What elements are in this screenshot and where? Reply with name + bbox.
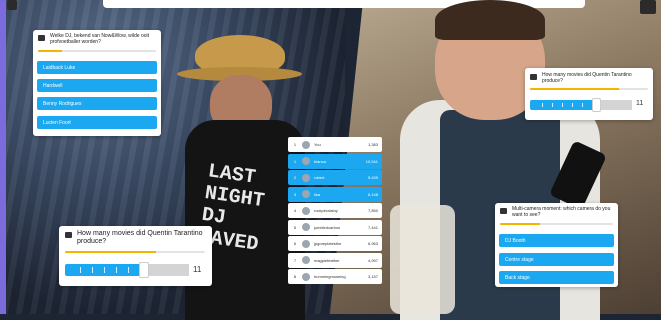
leaderboard-row: 4 rockperalainy 7,850 xyxy=(288,203,382,218)
slider-progress xyxy=(530,88,648,90)
answer-slider[interactable] xyxy=(65,262,189,278)
quiz-question: Welke DJ, bekend van Now&Wow, wilde ooit… xyxy=(50,33,150,45)
leaderboard: 1 You 1,383 1 bianca 10,541 2 robert 9,439 3 lisa 8… xyxy=(288,137,382,286)
slider-knob[interactable] xyxy=(139,262,149,278)
slider-knob[interactable] xyxy=(592,98,601,112)
leaderboard-score: 9,439 xyxy=(367,175,378,180)
avatar xyxy=(302,256,310,264)
leaderboard-row: 2 robert 9,439 xyxy=(288,170,382,185)
quiz-progress-fill xyxy=(38,50,62,52)
slider-value: 11 xyxy=(193,265,202,274)
answer-slider[interactable] xyxy=(530,98,632,112)
leaderboard-row: 5 jumbledcarbon 7,441 xyxy=(288,219,382,235)
quiz-progress xyxy=(38,50,156,52)
leaderboard-name: magpiefeather xyxy=(314,257,340,263)
slider-progress-fill xyxy=(65,251,156,253)
multicam-card: Multi-camera moment: which camera do you… xyxy=(495,203,618,287)
leaderboard-rank: 7 xyxy=(293,257,297,263)
question-icon xyxy=(38,35,45,41)
question-icon xyxy=(500,208,507,214)
avatar xyxy=(302,157,310,165)
camera-option-2[interactable]: Centre stage xyxy=(499,253,614,266)
multicam-progress-fill xyxy=(500,223,540,225)
leaderboard-row: 8 hummingmuseing 3,157 xyxy=(288,269,382,284)
slider-question: How many movies did Quentin Tarantino pr… xyxy=(542,72,632,84)
leaderboard-row: 7 magpiefeather 4,997 xyxy=(288,252,382,268)
leaderboard-score: 6,963 xyxy=(367,241,378,246)
leaderboard-score: 7,441 xyxy=(367,224,378,230)
corner-marker-right xyxy=(640,0,656,14)
answer-option-2[interactable]: Hardwell xyxy=(37,79,157,92)
slider-card-right: How many movies did Quentin Tarantino pr… xyxy=(525,68,653,120)
leaderboard-row: 1 You 1,383 xyxy=(288,137,382,152)
slider-value: 11 xyxy=(636,100,644,107)
slider-progress-fill xyxy=(530,88,619,90)
avatar xyxy=(302,272,310,281)
leaderboard-rank: 6 xyxy=(293,241,297,246)
slider-card-left: How many movies did Quentin Tarantino pr… xyxy=(59,226,212,286)
avatar xyxy=(302,239,310,248)
corner-marker-left xyxy=(7,0,17,10)
avatar xyxy=(302,173,310,182)
leaderboard-row: 1 bianca 10,541 xyxy=(288,153,382,169)
leaderboard-rank: 1 xyxy=(293,158,297,164)
question-icon xyxy=(65,232,72,238)
leaderboard-row: 6 jpgoreplatesthe 6,963 xyxy=(288,236,382,251)
avatar xyxy=(302,223,310,231)
leaderboard-row: 3 lisa 8,148 xyxy=(288,186,382,202)
multicam-progress xyxy=(500,223,613,225)
quiz-card: Welke DJ, bekend van Now&Wow, wilde ooit… xyxy=(33,30,161,136)
avatar xyxy=(302,206,310,215)
avatar xyxy=(302,140,310,149)
leaderboard-rank: 8 xyxy=(293,274,297,279)
camera-option-3[interactable]: Back stage xyxy=(499,271,614,284)
leaderboard-name: hummingmuseing xyxy=(314,274,346,279)
accent-stripe xyxy=(0,0,6,314)
leaderboard-score: 7,850 xyxy=(367,208,378,213)
answer-option-3[interactable]: Benny Rodrigues xyxy=(37,97,157,110)
leaderboard-score: 4,997 xyxy=(367,257,378,263)
leaderboard-name: lisa xyxy=(314,191,321,197)
leaderboard-name: robert xyxy=(314,175,325,180)
avatar xyxy=(302,190,310,198)
answer-option-4[interactable]: Lucien Foort xyxy=(37,116,157,129)
slider-progress xyxy=(65,251,205,253)
leaderboard-rank: 5 xyxy=(293,224,297,230)
leaderboard-rank: 3 xyxy=(293,191,297,197)
leaderboard-name: jpgoreplatesthe xyxy=(314,241,342,246)
question-icon xyxy=(530,74,537,80)
leaderboard-name: jumbledcarbon xyxy=(314,224,341,230)
leaderboard-score: 1,383 xyxy=(367,142,378,147)
camera-option-1[interactable]: DJ Booth xyxy=(499,234,614,247)
leaderboard-score: 8,148 xyxy=(367,191,378,197)
leaderboard-score: 3,157 xyxy=(367,274,378,279)
slider-question: How many movies did Quentin Tarantino pr… xyxy=(77,230,203,245)
leaderboard-score: 10,541 xyxy=(365,158,378,164)
leaderboard-name: You xyxy=(314,142,321,147)
leaderboard-name: rockperalainy xyxy=(314,208,338,213)
leaderboard-rank: 4 xyxy=(293,208,297,213)
flour-jar xyxy=(390,205,455,314)
multicam-question: Multi-camera moment: which camera do you… xyxy=(512,206,611,218)
leaderboard-name: bianca xyxy=(314,158,326,164)
leaderboard-rank: 2 xyxy=(293,175,297,180)
answer-option-1[interactable]: Laidback Luke xyxy=(37,61,157,74)
leaderboard-rank: 1 xyxy=(293,142,297,147)
